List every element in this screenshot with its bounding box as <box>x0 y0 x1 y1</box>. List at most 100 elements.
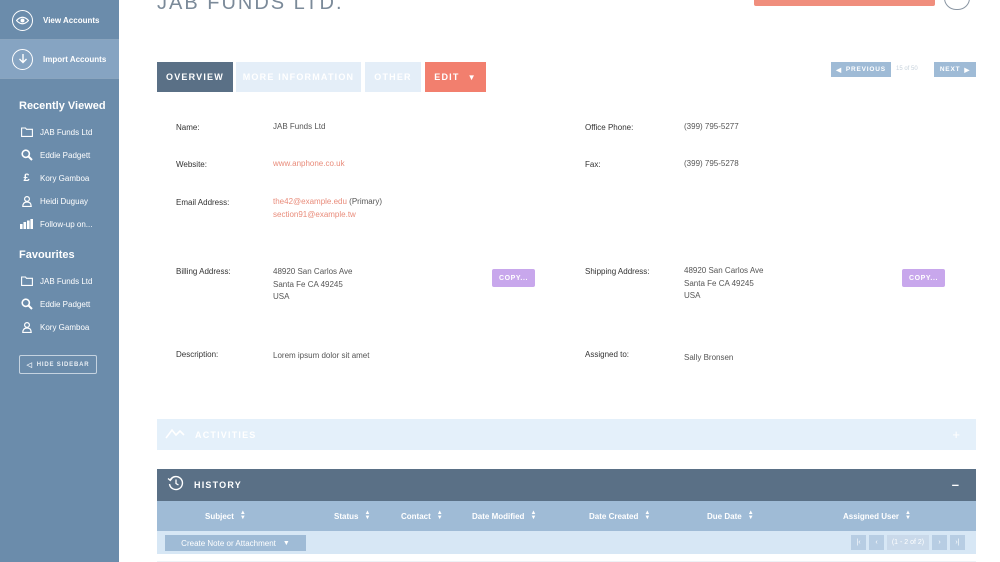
column-header-contact[interactable]: Contact ▲ ▼ <box>401 501 443 531</box>
favourite-item-eddie-padgett[interactable]: Eddie Padgett <box>20 297 90 311</box>
chevron-right-icon: ▶ <box>964 66 971 74</box>
create-note-button[interactable]: Create Note or Attachment ▼ <box>165 535 306 551</box>
previous-page-button[interactable]: ‹ <box>869 535 884 550</box>
column-header-status[interactable]: Status ▲ ▼ <box>334 501 370 531</box>
first-page-button[interactable]: |‹ <box>851 535 866 550</box>
email-primary-link[interactable]: the42@example.edu <box>273 197 347 206</box>
history-toolbar: Create Note or Attachment ▼ |‹ ‹ (1 - 2 … <box>157 531 976 554</box>
person-icon <box>20 321 33 333</box>
history-panel-header[interactable]: HISTORY – <box>157 469 976 501</box>
pager-count: 15 of 50 <box>896 66 918 72</box>
office-phone-value: (399) 795-5277 <box>684 122 739 131</box>
previous-button[interactable]: ◀ PREVIOUS <box>831 62 891 77</box>
last-page-button[interactable]: ›| <box>950 535 965 550</box>
shipping-line: Santa Fe CA 49245 <box>684 278 754 288</box>
page-title: JAB FUNDS LTD. <box>157 0 344 14</box>
recently-viewed-heading: Recently Viewed <box>19 100 106 112</box>
tab-more-information[interactable]: MORE INFORMATION <box>236 62 361 92</box>
activities-panel-header[interactable]: ACTIVITIES + <box>157 419 976 450</box>
previous-label: PREVIOUS <box>845 66 886 73</box>
recent-item-label: JAB Funds Ltd <box>40 127 93 137</box>
copy-shipping-button[interactable]: COPY... <box>902 269 945 287</box>
email-primary-tag: (Primary) <box>346 197 383 206</box>
sort-icon: ▲ ▼ <box>530 510 537 521</box>
hide-sidebar-button[interactable]: ◁ HIDE SIDEBAR <box>19 355 97 374</box>
pound-icon: £ <box>23 172 30 184</box>
column-header-subject[interactable]: Subject ▲ ▼ <box>205 501 246 531</box>
activities-title: ACTIVITIES <box>195 429 257 440</box>
view-accounts-label: View Accounts <box>43 15 100 25</box>
tab-edit[interactable]: EDIT ▼ <box>425 62 486 92</box>
caret-down-icon: ▼ <box>282 539 290 547</box>
description-value: Lorem ipsum dolor sit amet <box>273 351 370 360</box>
import-accounts-button[interactable]: Import Accounts <box>0 40 119 78</box>
favourite-item-kory-gamboa[interactable]: Kory Gamboa <box>20 320 89 334</box>
history-table-body <box>157 554 976 562</box>
history-table-header: Subject ▲ ▼ Status ▲ ▼ Contact ▲ ▼ Date Modifi… <box>157 501 976 531</box>
recent-item-jab-funds[interactable]: JAB Funds Ltd <box>20 125 92 139</box>
copy-billing-button[interactable]: COPY... <box>492 269 535 287</box>
sort-icon: ▲ ▼ <box>364 510 371 521</box>
billing-line: 48920 San Carlos Ave <box>273 267 353 276</box>
billing-address-label: Billing Address: <box>176 267 231 276</box>
column-label: Contact <box>401 511 431 521</box>
office-phone-label: Office Phone: <box>585 123 634 132</box>
recent-item-follow-up[interactable]: Follow-up on... <box>20 217 92 231</box>
header-action-button[interactable] <box>754 0 935 6</box>
name-label: Name: <box>176 123 200 132</box>
recent-item-label: Kory Gamboa <box>40 173 90 183</box>
column-header-date-modified[interactable]: Date Modified ▲ ▼ <box>472 501 536 531</box>
tab-other[interactable]: OTHER <box>365 62 421 92</box>
column-header-assigned-user[interactable]: Assigned User ▲ ▼ <box>843 501 911 531</box>
first-page-icon: |‹ <box>856 539 861 546</box>
favourite-item-label: Kory Gamboa <box>40 322 90 332</box>
column-header-date-created[interactable]: Date Created ▲ ▼ <box>589 501 650 531</box>
email-secondary-link[interactable]: section91@example.tw <box>273 210 356 219</box>
recent-item-kory-gamboa[interactable]: £ Kory Gamboa <box>20 171 89 185</box>
recent-item-label: Heidi Duguay <box>40 196 89 206</box>
search-icon <box>20 149 33 161</box>
shipping-address-label: Shipping Address: <box>585 267 650 276</box>
folder-icon <box>20 275 33 287</box>
column-label: Date Modified <box>472 511 525 521</box>
bar-chart-icon <box>20 218 33 230</box>
assigned-to-label: Assigned to: <box>585 350 630 359</box>
import-accounts-label: Import Accounts <box>43 54 107 64</box>
sort-icon: ▲ ▼ <box>644 510 651 521</box>
hide-sidebar-label: HIDE SIDEBAR <box>36 361 90 368</box>
favourite-item-label: JAB Funds Ltd <box>40 276 93 286</box>
tab-overview[interactable]: OVERVIEW <box>157 62 233 92</box>
caret-down-icon: ▼ <box>467 72 477 82</box>
billing-line: Santa Fe CA 49245 <box>273 279 343 289</box>
favourite-item-jab-funds[interactable]: JAB Funds Ltd <box>20 274 92 288</box>
website-label: Website: <box>176 160 207 169</box>
history-title: HISTORY <box>194 480 242 490</box>
tab-label: OTHER <box>374 72 412 82</box>
favourites-heading: Favourites <box>19 249 75 261</box>
download-icon <box>12 48 33 70</box>
sidebar: View Accounts Import Accounts Recently V… <box>0 0 119 562</box>
recent-item-heidi-duguay[interactable]: Heidi Duguay <box>20 194 88 208</box>
next-button[interactable]: NEXT ▶ <box>934 62 976 77</box>
favourite-item-label: Eddie Padgett <box>40 299 91 309</box>
sort-icon: ▲ ▼ <box>436 510 443 521</box>
recent-item-label: Follow-up on... <box>40 219 93 229</box>
chat-bubble-icon[interactable] <box>944 0 970 10</box>
column-label: Status <box>334 511 359 521</box>
tab-label: MORE INFORMATION <box>242 72 355 82</box>
chevron-left-icon: ‹ <box>875 539 878 546</box>
history-clock-icon <box>167 475 184 496</box>
website-link[interactable]: www.anphone.co.uk <box>273 158 345 171</box>
view-accounts-button[interactable]: View Accounts <box>0 1 119 39</box>
recent-item-eddie-padgett[interactable]: Eddie Padgett <box>20 148 90 162</box>
column-header-due-date[interactable]: Due Date ▲ ▼ <box>707 501 754 531</box>
fax-label: Fax: <box>585 160 601 169</box>
name-value: JAB Funds Ltd <box>273 122 326 131</box>
page-info: (1 - 2 of 2) <box>887 535 929 550</box>
description-label: Description: <box>176 350 219 359</box>
chevron-right-icon: › <box>938 539 941 546</box>
recent-item-label: Eddie Padgett <box>40 150 91 160</box>
next-page-button[interactable]: › <box>932 535 947 550</box>
sort-icon: ▲ ▼ <box>239 510 246 521</box>
fax-value: (399) 795-5278 <box>684 159 739 168</box>
